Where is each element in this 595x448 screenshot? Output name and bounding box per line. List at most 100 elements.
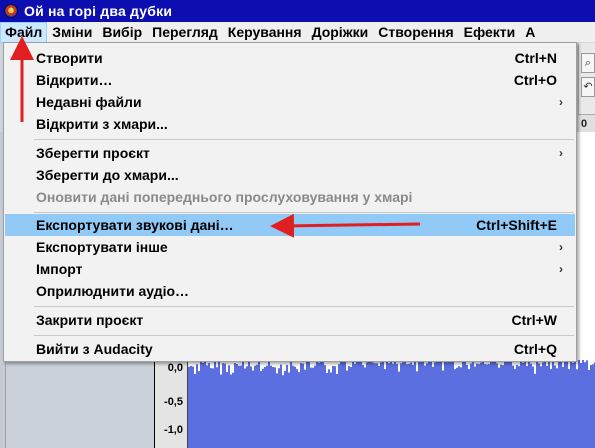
timeline-ruler[interactable]: 0 xyxy=(578,114,595,132)
waveform-bar xyxy=(412,364,414,448)
waveform-bar xyxy=(592,364,594,448)
waveform-bar xyxy=(274,367,276,448)
waveform-bar xyxy=(432,366,434,448)
menu-item-label: Відкрити з хмари... xyxy=(36,116,168,132)
waveform-bar xyxy=(278,368,280,448)
menu-generate[interactable]: Створення xyxy=(373,22,458,43)
menu-item-close-project[interactable]: Закрити проєкт Ctrl+W xyxy=(5,309,575,331)
waveform-bar xyxy=(520,360,522,448)
waveform-bar xyxy=(220,374,222,448)
waveform-bar xyxy=(586,360,588,448)
menu-view[interactable]: Перегляд xyxy=(147,22,223,43)
submenu-arrow-icon: › xyxy=(559,262,563,276)
waveform-bar xyxy=(578,360,580,448)
waveform-bar xyxy=(494,360,496,448)
menu-item-label: Експортувати звукові дані… xyxy=(36,217,234,233)
audacity-app-icon[interactable] xyxy=(4,4,18,18)
vertical-ruler[interactable]: 0,0 -0,5 -1,0 xyxy=(154,360,188,448)
waveform-bar xyxy=(568,369,570,448)
file-menu-dropdown: Створити Ctrl+N Відкрити… Ctrl+O Недавні… xyxy=(3,42,577,362)
menu-tracks[interactable]: Доріжки xyxy=(307,22,374,43)
waveform-bar xyxy=(336,373,338,448)
waveform-bar xyxy=(454,369,456,448)
title-bar: Ой на горі два дубки xyxy=(0,0,595,22)
menu-transport[interactable]: Керування xyxy=(223,22,307,43)
submenu-arrow-icon: › xyxy=(559,146,563,160)
menu-select[interactable]: Вибір xyxy=(97,22,147,43)
waveform-bar xyxy=(208,363,210,448)
waveform-bar xyxy=(310,367,312,448)
waveform-bar xyxy=(476,363,478,448)
waveform-bar xyxy=(240,365,242,448)
waveform-bar xyxy=(430,360,432,448)
waveform-bar xyxy=(400,363,402,448)
menu-item-new[interactable]: Створити Ctrl+N xyxy=(5,47,575,69)
waveform-bar xyxy=(284,370,286,448)
waveform-bar xyxy=(530,363,532,448)
waveform-bar xyxy=(582,360,584,448)
waveform-bar xyxy=(438,361,440,448)
waveform-bar xyxy=(468,369,470,448)
waveform-bar xyxy=(358,360,360,448)
waveform-bar xyxy=(342,360,344,448)
window-title: Ой на горі два дубки xyxy=(24,3,173,19)
waveform-bar xyxy=(254,365,256,448)
waveform-bar xyxy=(190,366,192,448)
waveform-bar xyxy=(422,360,424,448)
waveform-bar xyxy=(390,360,392,448)
menu-item-share-audio[interactable]: Оприлюднити аудіо… xyxy=(5,280,575,302)
menu-item-shortcut: Ctrl+Q xyxy=(513,341,557,357)
menu-item-recent-files[interactable]: Недавні файли › xyxy=(5,91,575,113)
waveform-bar xyxy=(188,366,190,448)
waveform-bar xyxy=(230,374,232,448)
waveform-bar xyxy=(434,362,436,448)
waveform-bar xyxy=(194,373,196,448)
waveform-bar xyxy=(362,365,364,448)
waveform-bar xyxy=(550,369,552,448)
waveform-bar xyxy=(542,362,544,448)
menu-effects[interactable]: Ефекти xyxy=(459,22,521,43)
waveform-bar xyxy=(346,370,348,448)
waveform-bar xyxy=(212,368,214,448)
waveform-bar xyxy=(364,367,366,448)
waveform-bar xyxy=(280,364,282,448)
waveform-bar xyxy=(192,366,194,448)
waveform-bar xyxy=(376,363,378,448)
menu-item-label: Вийти з Audacity xyxy=(36,341,153,357)
waveform-bar xyxy=(394,360,396,448)
menu-file[interactable]: Файл xyxy=(0,21,48,43)
waveform-bar xyxy=(218,361,220,448)
menu-item-export-other[interactable]: Експортувати інше › xyxy=(5,236,575,258)
menu-item-save-project[interactable]: Зберегти проєкт › xyxy=(5,142,575,164)
waveform-bar xyxy=(272,367,274,448)
waveform-bar xyxy=(556,368,558,448)
menu-item-open[interactable]: Відкрити… Ctrl+O xyxy=(5,69,575,91)
waveform-bar xyxy=(514,368,516,448)
waveform-bar xyxy=(554,365,556,448)
waveform-bar xyxy=(214,360,216,448)
waveform-bar xyxy=(506,360,508,448)
menu-item-export-audio[interactable]: Експортувати звукові дані… Ctrl+Shift+E xyxy=(5,214,575,236)
track-control-panel[interactable] xyxy=(6,360,154,448)
waveform-bar xyxy=(326,373,328,448)
waveform-bar xyxy=(234,363,236,448)
undo-icon[interactable]: ↶ xyxy=(581,77,595,97)
waveform-bar xyxy=(448,360,450,448)
waveform-bar xyxy=(538,363,540,448)
waveform-bar xyxy=(488,364,490,448)
waveform-bar xyxy=(348,366,350,448)
waveform-bar xyxy=(416,371,418,448)
menu-analyze[interactable]: А xyxy=(520,22,540,43)
menu-item-open-from-cloud[interactable]: Відкрити з хмари... xyxy=(5,113,575,135)
menu-item-save-to-cloud[interactable]: Зберегти до хмари... xyxy=(5,164,575,186)
menu-item-exit[interactable]: Вийти з Audacity Ctrl+Q xyxy=(5,338,575,360)
waveform-bar xyxy=(414,360,416,448)
waveform-bar xyxy=(270,365,272,448)
menu-item-import[interactable]: Імпорт › xyxy=(5,258,575,280)
waveform-bar xyxy=(536,360,538,448)
waveform-bar xyxy=(522,362,524,448)
zoom-icon[interactable]: ⌕ xyxy=(581,53,595,73)
menu-separator xyxy=(34,139,574,140)
waveform-bar xyxy=(398,371,400,448)
menu-edit[interactable]: Зміни xyxy=(47,22,97,43)
